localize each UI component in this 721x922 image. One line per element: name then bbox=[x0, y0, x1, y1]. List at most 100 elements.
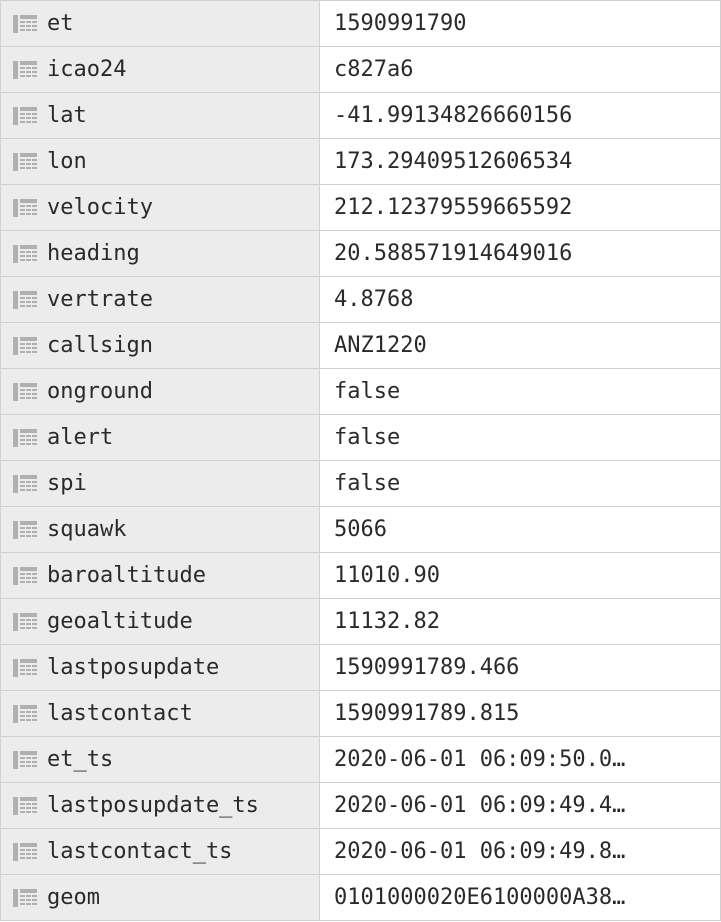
key-label: heading bbox=[47, 241, 140, 266]
key-cell: et bbox=[0, 1, 320, 46]
key-label: geom bbox=[47, 885, 100, 910]
key-label: onground bbox=[47, 379, 153, 404]
table-column-icon bbox=[13, 613, 37, 631]
key-label: squawk bbox=[47, 517, 126, 542]
table-column-icon bbox=[13, 659, 37, 677]
key-cell: callsign bbox=[0, 323, 320, 368]
value-cell: 2020-06-01 06:09:49.4… bbox=[320, 783, 721, 828]
key-label: alert bbox=[47, 425, 113, 450]
key-label: icao24 bbox=[47, 57, 126, 82]
table-column-icon bbox=[13, 429, 37, 447]
table-column-icon bbox=[13, 153, 37, 171]
table-column-icon bbox=[13, 245, 37, 263]
table-row-geom[interactable]: geom 0101000020E6100000A38… bbox=[0, 875, 721, 921]
table-row-baroaltitude[interactable]: baroaltitude 11010.90 bbox=[0, 553, 721, 599]
key-cell: lon bbox=[0, 139, 320, 184]
key-label: et_ts bbox=[47, 747, 113, 772]
table-row-vertrate[interactable]: vertrate 4.8768 bbox=[0, 277, 721, 323]
table-column-icon bbox=[13, 199, 37, 217]
table-column-icon bbox=[13, 337, 37, 355]
key-label: geoaltitude bbox=[47, 609, 193, 634]
table-column-icon bbox=[13, 107, 37, 125]
table-column-icon bbox=[13, 797, 37, 815]
table-row-icao24[interactable]: icao24 c827a6 bbox=[0, 47, 721, 93]
table-row-lat[interactable]: lat -41.99134826660156 bbox=[0, 93, 721, 139]
value-cell: ANZ1220 bbox=[320, 323, 721, 368]
table-row-heading[interactable]: heading 20.588571914649016 bbox=[0, 231, 721, 277]
value-cell: -41.99134826660156 bbox=[320, 93, 721, 138]
key-cell: vertrate bbox=[0, 277, 320, 322]
value-cell: 2020-06-01 06:09:50.0… bbox=[320, 737, 721, 782]
value-cell: 1590991789.815 bbox=[320, 691, 721, 736]
table-column-icon bbox=[13, 521, 37, 539]
key-label: lon bbox=[47, 149, 87, 174]
key-cell: squawk bbox=[0, 507, 320, 552]
value-cell: c827a6 bbox=[320, 47, 721, 92]
key-label: lastcontact bbox=[47, 701, 193, 726]
table-column-icon bbox=[13, 889, 37, 907]
value-cell: 212.12379559665592 bbox=[320, 185, 721, 230]
key-cell: et_ts bbox=[0, 737, 320, 782]
table-row-lon[interactable]: lon 173.29409512606534 bbox=[0, 139, 721, 185]
key-cell: velocity bbox=[0, 185, 320, 230]
value-cell: 5066 bbox=[320, 507, 721, 552]
value-cell: 0101000020E6100000A38… bbox=[320, 875, 721, 920]
value-cell: 2020-06-01 06:09:49.8… bbox=[320, 829, 721, 874]
table-column-icon bbox=[13, 751, 37, 769]
key-cell: lastcontact_ts bbox=[0, 829, 320, 874]
key-label: lastcontact_ts bbox=[47, 839, 232, 864]
value-cell: false bbox=[320, 461, 721, 506]
key-cell: alert bbox=[0, 415, 320, 460]
table-row-squawk[interactable]: squawk 5066 bbox=[0, 507, 721, 553]
table-row-lastcontact_ts[interactable]: lastcontact_ts 2020-06-01 06:09:49.8… bbox=[0, 829, 721, 875]
table-row-et_ts[interactable]: et_ts 2020-06-01 06:09:50.0… bbox=[0, 737, 721, 783]
key-label: et bbox=[47, 11, 74, 36]
key-cell: onground bbox=[0, 369, 320, 414]
table-column-icon bbox=[13, 383, 37, 401]
key-label: lat bbox=[47, 103, 87, 128]
key-cell: lastposupdate_ts bbox=[0, 783, 320, 828]
key-cell: spi bbox=[0, 461, 320, 506]
table-row-velocity[interactable]: velocity 212.12379559665592 bbox=[0, 185, 721, 231]
key-cell: baroaltitude bbox=[0, 553, 320, 598]
value-cell: false bbox=[320, 415, 721, 460]
key-label: lastposupdate bbox=[47, 655, 219, 680]
value-cell: 173.29409512606534 bbox=[320, 139, 721, 184]
table-row-lastcontact[interactable]: lastcontact 1590991789.815 bbox=[0, 691, 721, 737]
value-cell: 20.588571914649016 bbox=[320, 231, 721, 276]
property-table: et 1590991790 icao24 c827a6 bbox=[0, 0, 721, 921]
table-row-onground[interactable]: onground false bbox=[0, 369, 721, 415]
table-row-et[interactable]: et 1590991790 bbox=[0, 0, 721, 47]
table-row-geoaltitude[interactable]: geoaltitude 11132.82 bbox=[0, 599, 721, 645]
key-cell: icao24 bbox=[0, 47, 320, 92]
table-column-icon bbox=[13, 475, 37, 493]
value-cell: 1590991789.466 bbox=[320, 645, 721, 690]
table-row-callsign[interactable]: callsign ANZ1220 bbox=[0, 323, 721, 369]
value-cell: 1590991790 bbox=[320, 1, 721, 46]
key-label: callsign bbox=[47, 333, 153, 358]
table-column-icon bbox=[13, 61, 37, 79]
key-label: vertrate bbox=[47, 287, 153, 312]
table-column-icon bbox=[13, 705, 37, 723]
table-column-icon bbox=[13, 291, 37, 309]
table-row-spi[interactable]: spi false bbox=[0, 461, 721, 507]
value-cell: 11010.90 bbox=[320, 553, 721, 598]
key-cell: heading bbox=[0, 231, 320, 276]
key-label: baroaltitude bbox=[47, 563, 206, 588]
table-column-icon bbox=[13, 567, 37, 585]
table-row-alert[interactable]: alert false bbox=[0, 415, 721, 461]
value-cell: false bbox=[320, 369, 721, 414]
key-cell: geom bbox=[0, 875, 320, 920]
key-label: spi bbox=[47, 471, 87, 496]
key-label: lastposupdate_ts bbox=[47, 793, 259, 818]
table-row-lastposupdate[interactable]: lastposupdate 1590991789.466 bbox=[0, 645, 721, 691]
key-cell: lastcontact bbox=[0, 691, 320, 736]
value-cell: 11132.82 bbox=[320, 599, 721, 644]
key-cell: geoaltitude bbox=[0, 599, 320, 644]
table-column-icon bbox=[13, 843, 37, 861]
key-cell: lastposupdate bbox=[0, 645, 320, 690]
key-cell: lat bbox=[0, 93, 320, 138]
value-cell: 4.8768 bbox=[320, 277, 721, 322]
key-label: velocity bbox=[47, 195, 153, 220]
table-row-lastposupdate_ts[interactable]: lastposupdate_ts 2020-06-01 06:09:49.4… bbox=[0, 783, 721, 829]
